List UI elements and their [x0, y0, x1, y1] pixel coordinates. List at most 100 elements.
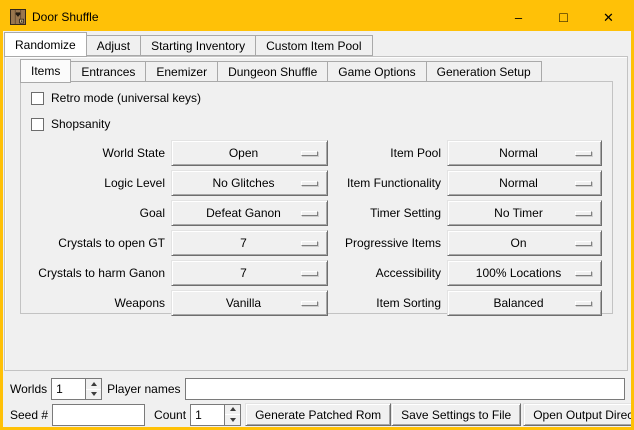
worlds-spin-down-button[interactable]	[86, 389, 101, 400]
door-icon	[10, 9, 26, 25]
seed-label: Seed #	[10, 408, 48, 422]
logic-level-value: No Glitches	[212, 176, 274, 190]
window-titlebar: Door Shuffle – □ ✕	[3, 3, 631, 31]
item-pool-label: Item Pool	[329, 146, 447, 160]
dropdown-indicator-icon	[301, 151, 318, 156]
tab-game-options[interactable]: Game Options	[327, 61, 426, 82]
retro-mode-label: Retro mode (universal keys)	[51, 91, 201, 105]
item-functionality-value: Normal	[499, 176, 538, 190]
accessibility-value: 100% Locations	[476, 266, 561, 280]
crystals-open-gt-dropdown[interactable]: 7	[171, 230, 328, 256]
weapons-dropdown[interactable]: Vanilla	[171, 290, 328, 316]
accessibility-row: Accessibility 100% Locations	[329, 260, 602, 286]
maximize-icon: □	[559, 10, 567, 24]
dropdown-indicator-icon	[575, 271, 592, 276]
randomize-page: Items Entrances Enemizer Dungeon Shuffle…	[4, 56, 628, 371]
worlds-spin-up-button[interactable]	[86, 379, 101, 389]
retro-mode-checkbox-box[interactable]	[31, 92, 44, 105]
tab-adjust[interactable]: Adjust	[86, 35, 141, 56]
tab-enemizer[interactable]: Enemizer	[145, 61, 218, 82]
crystals-harm-ganon-label: Crystals to harm Ganon	[25, 266, 171, 280]
timer-setting-dropdown[interactable]: No Timer	[447, 200, 602, 226]
player-names-input[interactable]	[185, 378, 626, 400]
generate-patched-rom-button[interactable]: Generate Patched Rom	[245, 403, 391, 426]
arrow-down-icon	[230, 418, 236, 422]
tab-generation-setup[interactable]: Generation Setup	[426, 61, 542, 82]
item-sorting-dropdown[interactable]: Balanced	[447, 290, 602, 316]
logic-level-label: Logic Level	[25, 176, 171, 190]
goal-label: Goal	[25, 206, 171, 220]
options-grid: World State Open Logic Level No Glitches	[21, 140, 612, 320]
dropdown-indicator-icon	[575, 211, 592, 216]
options-column-left: World State Open Logic Level No Glitches	[25, 140, 328, 320]
progressive-items-value: On	[510, 236, 526, 250]
tab-randomize[interactable]: Randomize	[4, 32, 87, 57]
shopsanity-checkbox-box[interactable]	[31, 118, 44, 131]
save-settings-button[interactable]: Save Settings to File	[391, 403, 521, 426]
accessibility-dropdown[interactable]: 100% Locations	[447, 260, 602, 286]
arrow-up-icon	[230, 407, 236, 411]
crystals-open-gt-row: Crystals to open GT 7	[25, 230, 328, 256]
timer-setting-value: No Timer	[494, 206, 543, 220]
player-names-label: Player names	[107, 382, 180, 396]
item-sorting-row: Item Sorting Balanced	[329, 290, 602, 316]
count-input[interactable]	[191, 405, 224, 425]
worlds-spinbox[interactable]	[51, 378, 102, 400]
tab-entrances[interactable]: Entrances	[70, 61, 146, 82]
dropdown-indicator-icon	[575, 301, 592, 306]
weapons-value: Vanilla	[226, 296, 261, 310]
world-state-dropdown[interactable]: Open	[171, 140, 328, 166]
tab-dungeon-shuffle[interactable]: Dungeon Shuffle	[217, 61, 328, 82]
dropdown-indicator-icon	[575, 181, 592, 186]
inner-tab-bar: Items Entrances Enemizer Dungeon Shuffle…	[20, 58, 627, 82]
tab-custom-item-pool[interactable]: Custom Item Pool	[255, 35, 372, 56]
minimize-icon: –	[515, 11, 522, 24]
outer-tab-bar: Randomize Adjust Starting Inventory Cust…	[3, 31, 631, 56]
dropdown-indicator-icon	[301, 271, 318, 276]
dropdown-indicator-icon	[575, 151, 592, 156]
progressive-items-label: Progressive Items	[329, 236, 447, 250]
item-functionality-dropdown[interactable]: Normal	[447, 170, 602, 196]
item-functionality-label: Item Functionality	[329, 176, 447, 190]
bottom-control-bar: Worlds Player names Seed # Count	[3, 371, 631, 427]
count-spinbox[interactable]	[190, 404, 241, 426]
tab-items[interactable]: Items	[20, 59, 71, 83]
item-pool-dropdown[interactable]: Normal	[447, 140, 602, 166]
worlds-input[interactable]	[52, 379, 85, 399]
close-icon: ✕	[603, 11, 614, 24]
minimize-button[interactable]: –	[496, 3, 541, 31]
world-state-label: World State	[25, 146, 171, 160]
retro-mode-checkbox[interactable]: Retro mode (universal keys)	[31, 91, 612, 105]
weapons-row: Weapons Vanilla	[25, 290, 328, 316]
open-output-directory-button[interactable]: Open Output Directory	[523, 403, 634, 426]
worlds-label: Worlds	[10, 382, 47, 396]
count-spin-down-button[interactable]	[225, 414, 240, 425]
maximize-button[interactable]: □	[541, 3, 586, 31]
item-sorting-label: Item Sorting	[329, 296, 447, 310]
window-title: Door Shuffle	[32, 10, 99, 24]
count-label: Count	[154, 408, 186, 422]
crystals-harm-ganon-dropdown[interactable]: 7	[171, 260, 328, 286]
worlds-row: Worlds Player names	[10, 378, 625, 400]
weapons-label: Weapons	[25, 296, 171, 310]
count-spin-up-button[interactable]	[225, 405, 240, 415]
item-functionality-row: Item Functionality Normal	[329, 170, 602, 196]
worlds-spin-buttons	[85, 379, 101, 399]
close-button[interactable]: ✕	[586, 3, 631, 31]
seed-input[interactable]	[52, 404, 145, 426]
dropdown-indicator-icon	[301, 211, 318, 216]
shopsanity-checkbox[interactable]: Shopsanity	[31, 117, 612, 131]
count-spin-buttons	[224, 405, 240, 425]
progressive-items-dropdown[interactable]: On	[447, 230, 602, 256]
crystals-open-gt-label: Crystals to open GT	[25, 236, 171, 250]
window-controls: – □ ✕	[496, 3, 631, 31]
logic-level-row: Logic Level No Glitches	[25, 170, 328, 196]
accessibility-label: Accessibility	[329, 266, 447, 280]
tab-starting-inventory[interactable]: Starting Inventory	[140, 35, 256, 56]
item-sorting-value: Balanced	[493, 296, 543, 310]
goal-row: Goal Defeat Ganon	[25, 200, 328, 226]
logic-level-dropdown[interactable]: No Glitches	[171, 170, 328, 196]
crystals-harm-ganon-value: 7	[240, 266, 247, 280]
goal-dropdown[interactable]: Defeat Ganon	[171, 200, 328, 226]
items-page: Retro mode (universal keys) Shopsanity W…	[20, 81, 613, 314]
